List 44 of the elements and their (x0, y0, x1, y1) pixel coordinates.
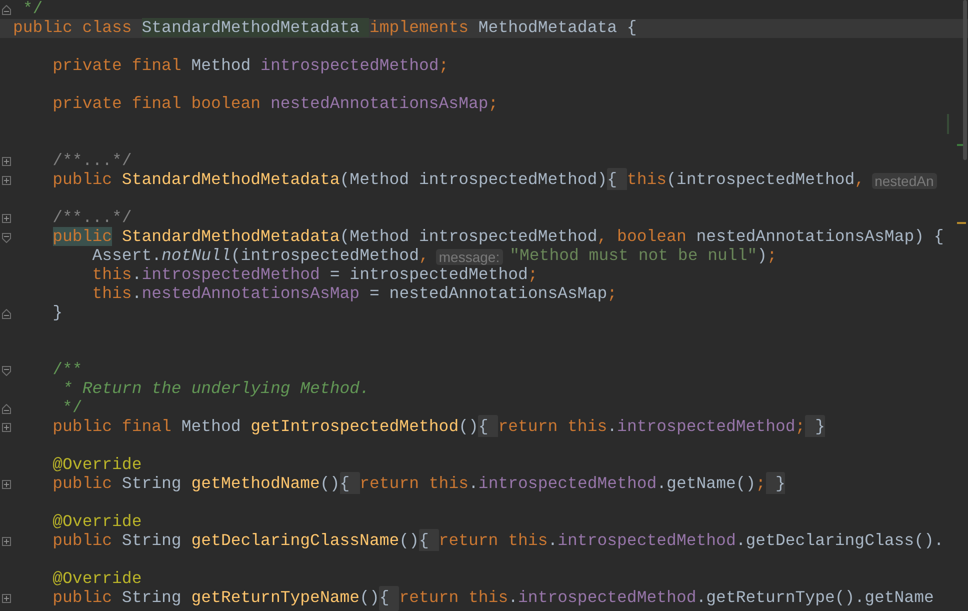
error-stripe-mark (957, 222, 966, 224)
code-text: public final Method getIntrospectedMethod() (52, 416, 478, 438)
code-text: private final boolean nestedAnnotationsAsMap; (52, 93, 498, 116)
code-text: private final Method introspectedMethod; (52, 55, 449, 78)
code-text: public String getReturnTypeName() (52, 587, 380, 610)
code-text: public String getDeclaringClassName() (52, 530, 419, 552)
fold-expand-icon[interactable] (2, 214, 11, 223)
code-text: @Override (52, 511, 142, 533)
code-text: "Method must not be null"); (510, 245, 777, 267)
code-text: public StandardMethodMetadata(Method introspectedMethod) (52, 169, 608, 192)
code-text: */ (62, 397, 82, 419)
code-text: /**...*/ (52, 150, 132, 172)
code-text: this.nestedAnnotationsAsMap = nestedAnnotationsAsMap; (91, 283, 618, 306)
fold-expand-icon[interactable] (2, 423, 11, 432)
code-text: */ (22, 0, 43, 20)
code-text: this(introspectedMethod, (626, 169, 865, 192)
fold-collapse-icon[interactable] (2, 366, 11, 376)
code-text: Assert.notNull(introspectedMethod, (91, 245, 429, 267)
parameter-hint: nestedAn (872, 172, 937, 188)
code-text: public String getMethodName() (52, 473, 340, 496)
fold-expand-icon[interactable] (2, 480, 11, 489)
code-text: return this.introspectedMethod.getDeclaringClass(). (438, 530, 944, 552)
code-text: this.introspectedMethod = introspectedMethod; (91, 265, 538, 286)
fold-end-icon[interactable] (2, 404, 11, 414)
code-text: * Return the underlying Method. (62, 378, 370, 400)
parameter-hint: message: (436, 248, 503, 264)
fold-end-icon[interactable] (2, 4, 11, 14)
code-text: } (52, 302, 63, 324)
fold-expand-icon[interactable] (2, 176, 11, 185)
folded-code[interactable]: { (379, 586, 400, 611)
code-text: @Override (52, 454, 142, 476)
fold-collapse-icon[interactable] (2, 232, 11, 242)
fold-expand-icon[interactable] (2, 537, 11, 546)
fold-expand-icon[interactable] (2, 157, 11, 166)
change-marker (947, 114, 949, 134)
code-text: @Override (52, 568, 142, 590)
code-text: return this.introspectedMethod; (498, 416, 806, 438)
code-text: return this.introspectedMethod.getName(); (360, 473, 766, 496)
fold-expand-icon[interactable] (2, 594, 11, 603)
code-text: return this.introspectedMethod.getReturnType().getName (399, 587, 934, 610)
fold-end-icon[interactable] (2, 308, 11, 318)
code-text: /** (52, 359, 82, 381)
code-text: public class StandardMethodMetadata implements MethodMetadata { (13, 17, 637, 40)
code-text: /**...*/ (52, 207, 132, 229)
